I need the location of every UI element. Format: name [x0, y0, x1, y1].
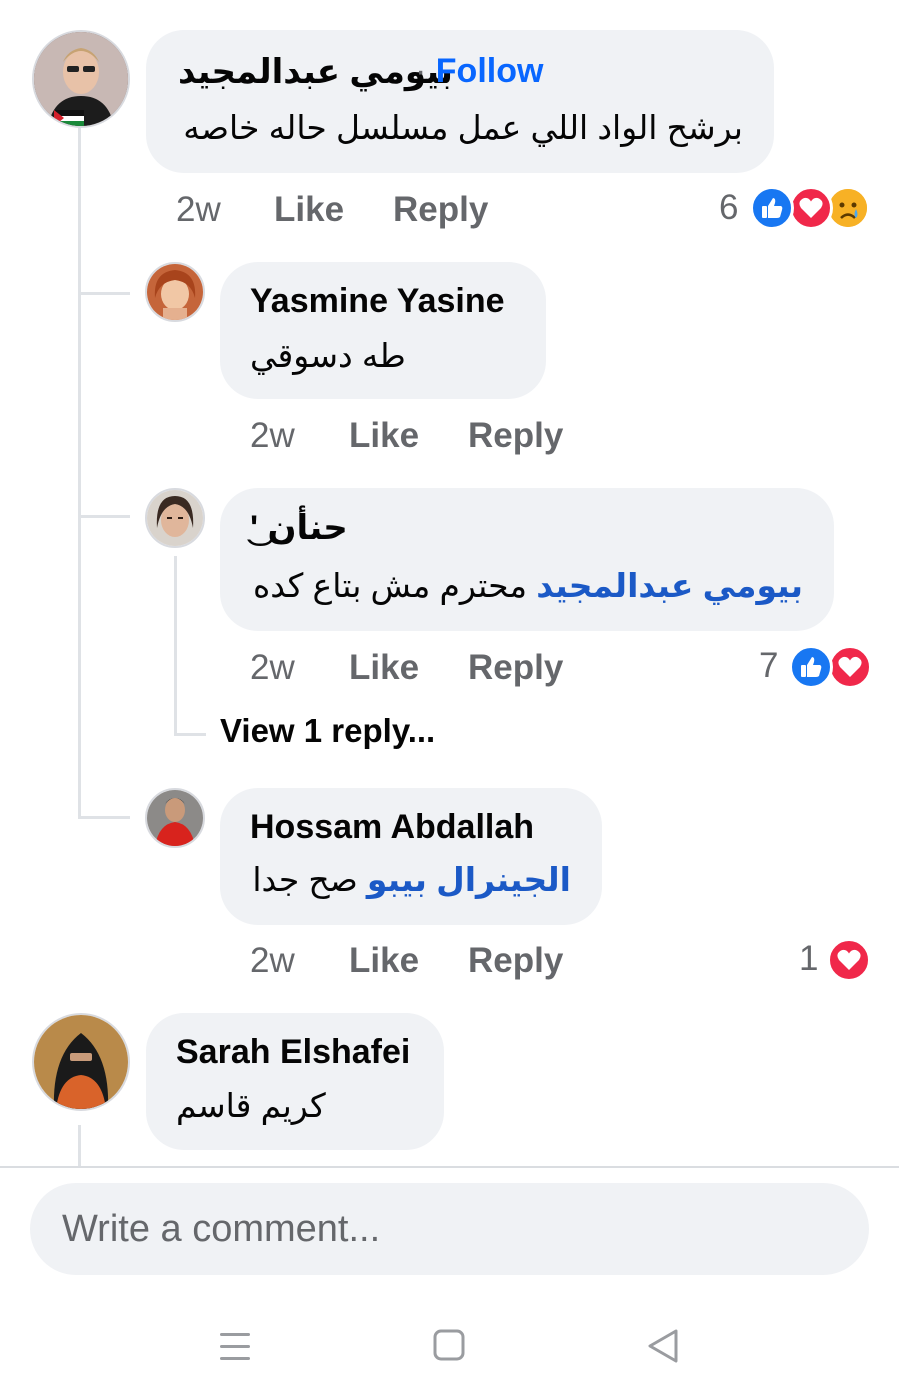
mention-link[interactable]: الجينرال بيبو	[367, 861, 571, 898]
profile-photo	[147, 264, 203, 320]
love-icon	[828, 645, 872, 689]
separator-dot: ·	[415, 52, 427, 90]
thread-branch-1	[78, 292, 130, 295]
reply-button[interactable]: Reply	[468, 941, 563, 981]
profile-photo	[34, 1015, 128, 1109]
thread-line-tail	[78, 1125, 81, 1166]
thread-branch-sub	[174, 733, 206, 736]
love-icon	[827, 938, 871, 982]
comment-text: كريم قاسم	[176, 1087, 326, 1124]
comment-author[interactable]: Hossam Abdallah	[250, 808, 534, 847]
avatar[interactable]	[32, 30, 130, 128]
like-icon	[789, 645, 833, 689]
avatar[interactable]	[145, 262, 205, 322]
comment-text: برشح الواد اللي عمل مسلسل حاله خاصه	[183, 109, 743, 146]
like-icon	[750, 186, 794, 230]
thread-branch-2	[78, 515, 130, 518]
love-icon	[789, 186, 833, 230]
comment-time[interactable]: 2w	[250, 416, 295, 456]
like-button[interactable]: Like	[349, 648, 419, 688]
reply-button[interactable]: Reply	[468, 416, 563, 456]
reaction-count: 6	[719, 188, 739, 227]
like-button[interactable]: Like	[349, 941, 419, 981]
avatar[interactable]	[145, 488, 205, 548]
comment-input[interactable]: Write a comment...	[30, 1183, 869, 1275]
reaction-count: 1	[799, 939, 819, 978]
mention-link[interactable]: بيومي عبدالمجيد	[536, 567, 803, 604]
thread-line-main	[78, 128, 81, 816]
like-button[interactable]: Like	[349, 416, 419, 456]
comment-author[interactable]: Sarah Elshafei	[176, 1033, 410, 1072]
comment-author[interactable]: بيومي عبدالمجيد	[178, 52, 453, 92]
avatar[interactable]	[32, 1013, 130, 1111]
author-name[interactable]: بيومي عبدالمجيد	[178, 53, 453, 91]
comment-time[interactable]: 2w	[176, 190, 221, 230]
reply-button[interactable]: Reply	[468, 648, 563, 688]
menu-icon[interactable]	[218, 1330, 252, 1364]
profile-photo	[147, 790, 203, 846]
profile-photo	[147, 490, 203, 546]
follow-button[interactable]: Follow	[436, 52, 544, 90]
avatar[interactable]	[145, 788, 205, 848]
comment-text: طه دسوقي	[250, 337, 406, 374]
comment-body: محترم مش بتاع كده	[253, 567, 528, 604]
thread-line-sub	[174, 556, 177, 736]
comment-body: صح جدا	[252, 861, 358, 898]
reply-button[interactable]: Reply	[393, 190, 488, 230]
system-navbar	[0, 1290, 899, 1400]
comment-author[interactable]: Yasmine Yasine	[250, 282, 505, 321]
thread-branch-3	[78, 816, 130, 819]
like-button[interactable]: Like	[274, 190, 344, 230]
back-triangle-icon[interactable]	[646, 1328, 680, 1364]
reaction-count: 7	[759, 646, 779, 685]
follow-group: · Follow	[415, 52, 543, 91]
profile-photo	[34, 32, 128, 126]
comment-text: الجينرال بيبو صح جدا	[252, 860, 571, 899]
comment-author[interactable]: حنأن '͜	[250, 508, 348, 548]
home-square-icon[interactable]	[432, 1328, 466, 1362]
comment-text: بيومي عبدالمجيد محترم مش بتاع كده	[253, 566, 803, 605]
composer-divider	[0, 1166, 899, 1168]
comment-time[interactable]: 2w	[250, 941, 295, 981]
comment-time[interactable]: 2w	[250, 648, 295, 688]
view-replies-link[interactable]: View 1 reply...	[220, 712, 435, 750]
